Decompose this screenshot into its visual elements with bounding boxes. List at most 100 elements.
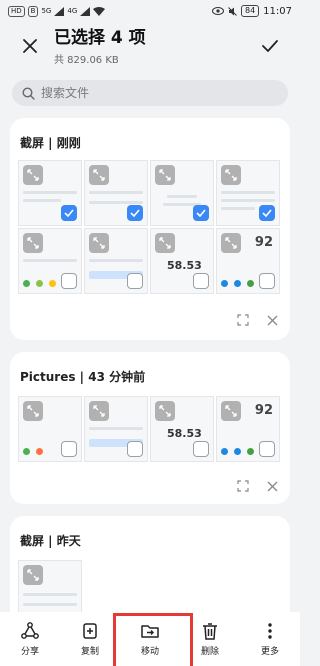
close-button[interactable] bbox=[18, 34, 42, 58]
thumbnail-selected[interactable] bbox=[84, 160, 148, 226]
app-icons-preview bbox=[23, 280, 56, 287]
selected-check-icon[interactable] bbox=[259, 205, 275, 221]
image-placeholder-icon bbox=[221, 401, 241, 421]
image-placeholder-icon bbox=[89, 401, 109, 421]
close-icon[interactable] bbox=[267, 481, 278, 492]
thumbnail-selected[interactable] bbox=[150, 160, 214, 226]
selected-check-icon[interactable] bbox=[193, 205, 209, 221]
image-placeholder-icon bbox=[221, 233, 241, 253]
share-label: 分享 bbox=[20, 647, 39, 657]
delete-label: 删除 bbox=[200, 647, 219, 657]
thumbnail[interactable] bbox=[84, 228, 148, 294]
thumbnail[interactable] bbox=[84, 396, 148, 462]
signal-4g-label: 4G bbox=[67, 7, 78, 15]
selection-header: 已选择 4 项 共 829.06 KB bbox=[0, 28, 300, 68]
unselected-checkbox[interactable] bbox=[193, 273, 209, 289]
unselected-checkbox[interactable] bbox=[127, 273, 143, 289]
copy-button[interactable]: 复制 bbox=[65, 621, 115, 657]
close-icon bbox=[23, 39, 37, 53]
app-icons-preview bbox=[23, 448, 43, 455]
thumbnail[interactable]: 58.53 bbox=[150, 228, 214, 294]
page-title: 已选择 4 项 bbox=[54, 28, 146, 48]
trash-icon bbox=[203, 623, 217, 640]
clock: 11:07 bbox=[263, 5, 292, 17]
section-title: Pictures | 43 分钟前 bbox=[20, 370, 146, 384]
gauge-preview: 92 bbox=[254, 403, 273, 418]
expand-icon[interactable] bbox=[237, 480, 249, 492]
thumbnail-selected[interactable] bbox=[216, 160, 280, 226]
delete-button[interactable]: 删除 bbox=[185, 621, 235, 657]
amount-preview: 58.53 bbox=[167, 427, 202, 440]
unselected-checkbox[interactable] bbox=[259, 273, 275, 289]
move-icon bbox=[141, 625, 159, 638]
image-placeholder-icon bbox=[23, 565, 43, 585]
more-vertical-icon bbox=[268, 623, 272, 639]
mute-icon bbox=[228, 6, 237, 16]
hd-badge: HD bbox=[8, 5, 25, 17]
share-icon bbox=[21, 622, 39, 639]
image-placeholder-icon bbox=[89, 233, 109, 253]
app-icons-preview bbox=[221, 280, 254, 287]
close-icon[interactable] bbox=[267, 315, 278, 326]
thumbnail[interactable]: 58.53 bbox=[150, 396, 214, 462]
search-bar[interactable] bbox=[12, 80, 288, 106]
b-badge: B bbox=[27, 5, 39, 17]
selected-check-icon[interactable] bbox=[61, 205, 77, 221]
eye-icon bbox=[211, 7, 224, 15]
section-title: 截屏 | 昨天 bbox=[20, 534, 81, 548]
section-title: 截屏 | 刚刚 bbox=[20, 136, 81, 150]
search-input[interactable] bbox=[41, 86, 241, 100]
status-right: 84 11:07 bbox=[211, 5, 292, 17]
status-bar: HD B 5G 4G 84 11:07 bbox=[0, 0, 300, 22]
image-placeholder-icon bbox=[89, 165, 109, 185]
image-placeholder-icon bbox=[23, 165, 43, 185]
check-icon bbox=[262, 40, 278, 52]
confirm-button[interactable] bbox=[258, 34, 282, 58]
image-placeholder-icon bbox=[23, 401, 43, 421]
card-actions bbox=[237, 480, 278, 492]
gauge-preview: 92 bbox=[254, 235, 273, 250]
copy-icon bbox=[83, 623, 97, 639]
wifi-icon bbox=[93, 6, 106, 16]
unselected-checkbox[interactable] bbox=[61, 273, 77, 289]
search-icon bbox=[22, 86, 35, 100]
thumbnail[interactable] bbox=[18, 228, 82, 294]
thumbnail-grid: 58.53 92 bbox=[18, 160, 280, 294]
image-placeholder-icon bbox=[23, 233, 43, 253]
unselected-checkbox[interactable] bbox=[193, 441, 209, 457]
move-label: 移动 bbox=[140, 647, 159, 657]
section-card-screenshots-now: 截屏 | 刚刚 58.53 92 bbox=[10, 118, 290, 340]
more-button[interactable]: 更多 bbox=[245, 621, 295, 657]
thumbnail[interactable]: 92 bbox=[216, 396, 280, 462]
move-button[interactable]: 移动 bbox=[113, 613, 193, 666]
signal-5g-label: 5G bbox=[41, 7, 52, 15]
share-button[interactable]: 分享 bbox=[5, 621, 55, 657]
thumbnail[interactable]: 92 bbox=[216, 228, 280, 294]
unselected-checkbox[interactable] bbox=[61, 441, 77, 457]
section-card-screenshots-yesterday: 截屏 | 昨天 bbox=[10, 516, 290, 626]
amount-preview: 58.53 bbox=[167, 259, 202, 272]
app-icons-preview bbox=[221, 448, 254, 455]
thumbnail-selected[interactable] bbox=[18, 160, 82, 226]
expand-icon[interactable] bbox=[237, 314, 249, 326]
selection-size: 共 829.06 KB bbox=[54, 55, 119, 66]
selected-check-icon[interactable] bbox=[127, 205, 143, 221]
section-card-pictures: Pictures | 43 分钟前 58.53 92 bbox=[10, 352, 290, 504]
signal-icon-2 bbox=[80, 6, 91, 16]
unselected-checkbox[interactable] bbox=[127, 441, 143, 457]
battery-indicator: 84 bbox=[240, 5, 260, 17]
bottom-toolbar: 分享 复制 移动 删除 更多 bbox=[0, 612, 300, 666]
image-placeholder-icon bbox=[155, 233, 175, 253]
title-group: 已选择 4 项 共 829.06 KB bbox=[54, 28, 146, 66]
thumbnail-grid: 58.53 92 bbox=[18, 396, 280, 462]
copy-label: 复制 bbox=[80, 647, 99, 657]
image-placeholder-icon bbox=[155, 165, 175, 185]
thumbnail[interactable] bbox=[18, 396, 82, 462]
image-placeholder-icon bbox=[155, 401, 175, 421]
status-left: HD B 5G 4G bbox=[8, 5, 106, 17]
signal-icon bbox=[54, 6, 65, 16]
more-label: 更多 bbox=[260, 647, 279, 657]
card-actions bbox=[237, 314, 278, 326]
unselected-checkbox[interactable] bbox=[259, 441, 275, 457]
image-placeholder-icon bbox=[221, 165, 241, 185]
